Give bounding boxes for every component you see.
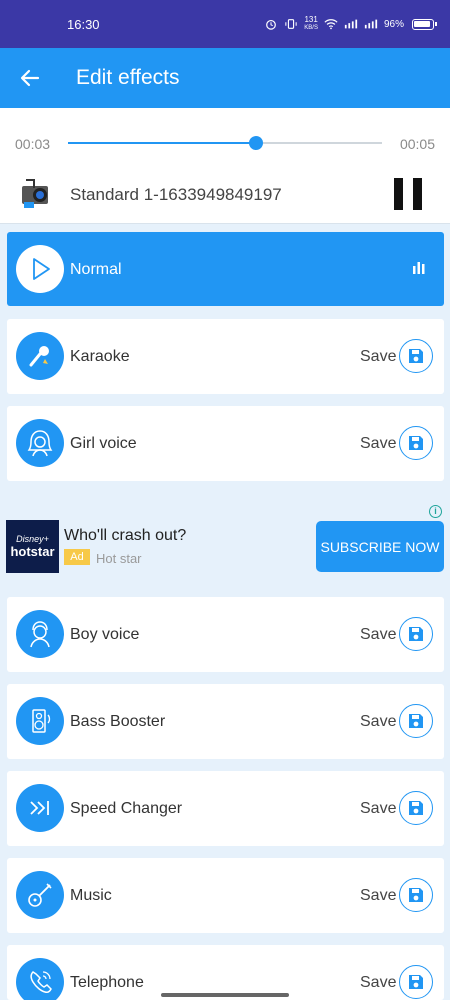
floppy-disk-icon bbox=[409, 349, 423, 363]
pause-icon bbox=[394, 178, 403, 210]
ad-title: Who'll crash out? bbox=[64, 527, 187, 544]
effect-label: Karaoke bbox=[70, 348, 130, 365]
effect-row-music[interactable]: Music Save bbox=[7, 858, 444, 933]
current-time: 00:03 bbox=[15, 136, 51, 152]
pause-button[interactable] bbox=[394, 178, 422, 210]
save-button[interactable] bbox=[399, 791, 433, 825]
player-panel: 00:03 00:05 Standard 1-1633949849197 bbox=[0, 108, 450, 224]
save-label: Save bbox=[360, 435, 397, 452]
play-icon bbox=[16, 245, 64, 293]
save-button[interactable] bbox=[399, 965, 433, 999]
wifi-icon bbox=[324, 19, 338, 30]
save-label: Save bbox=[360, 974, 397, 991]
boy-icon bbox=[16, 610, 64, 658]
effect-label: Girl voice bbox=[70, 435, 137, 452]
net-speed: 131 KB/S bbox=[304, 15, 318, 32]
effect-row-boy-voice[interactable]: Boy voice Save bbox=[7, 597, 444, 672]
floppy-disk-icon bbox=[409, 436, 423, 450]
effect-label: Telephone bbox=[70, 974, 144, 991]
music-file-icon bbox=[22, 179, 48, 208]
seek-bar[interactable] bbox=[68, 136, 382, 150]
effect-row-bass-booster[interactable]: Bass Booster Save bbox=[7, 684, 444, 759]
save-button[interactable] bbox=[399, 878, 433, 912]
effect-label: Speed Changer bbox=[70, 800, 183, 817]
equalizer-icon bbox=[413, 262, 425, 274]
save-label: Save bbox=[360, 626, 397, 643]
seek-thumb[interactable] bbox=[249, 136, 264, 150]
save-button[interactable] bbox=[399, 617, 433, 651]
ad-logo: Disney+ hotstar bbox=[6, 520, 59, 573]
page-title: Edit effects bbox=[76, 66, 180, 89]
effect-row-girl-voice[interactable]: Girl voice Save bbox=[7, 406, 444, 481]
effect-label: Bass Booster bbox=[70, 713, 166, 730]
telephone-icon bbox=[16, 958, 64, 1000]
guitar-icon bbox=[16, 871, 64, 919]
floppy-disk-icon bbox=[409, 801, 423, 815]
arrow-left-icon bbox=[20, 69, 40, 87]
effect-row-normal[interactable]: Normal bbox=[7, 232, 444, 306]
subscribe-button[interactable]: SUBSCRIBE NOW bbox=[316, 521, 444, 572]
microphone-icon bbox=[16, 332, 64, 380]
track-name: Standard 1-1633949849197 bbox=[70, 185, 282, 204]
save-label: Save bbox=[360, 348, 397, 365]
status-icons: 131 KB/S 96% bbox=[264, 15, 437, 32]
total-time: 00:05 bbox=[399, 136, 435, 152]
effect-row-karaoke[interactable]: Karaoke Save bbox=[7, 319, 444, 394]
seek-progress bbox=[68, 142, 257, 144]
save-label: Save bbox=[360, 887, 397, 904]
battery-icon bbox=[412, 18, 437, 30]
status-bar: 16:30 131 KB/S 96% bbox=[0, 0, 450, 48]
effect-row-speed-changer[interactable]: Speed Changer Save bbox=[7, 771, 444, 846]
effect-label: Music bbox=[70, 887, 112, 904]
battery-percent: 96% bbox=[383, 18, 404, 30]
save-button[interactable] bbox=[399, 339, 433, 373]
ad-info-icon[interactable]: i bbox=[429, 505, 442, 518]
floppy-disk-icon bbox=[409, 627, 423, 641]
alarm-icon bbox=[266, 19, 277, 30]
floppy-disk-icon bbox=[409, 975, 423, 989]
signal-icon bbox=[364, 19, 378, 29]
speaker-icon bbox=[16, 697, 64, 745]
floppy-disk-icon bbox=[409, 714, 423, 728]
app-bar: Edit effects bbox=[0, 48, 450, 108]
save-button[interactable] bbox=[399, 426, 433, 460]
gesture-nav-handle[interactable] bbox=[161, 993, 289, 997]
vibrate-icon bbox=[285, 19, 297, 29]
floppy-disk-icon bbox=[409, 888, 423, 902]
ad-banner[interactable]: i Disney+ hotstar Who'll crash out? Ad H… bbox=[0, 498, 450, 594]
back-button[interactable] bbox=[0, 48, 60, 108]
ad-badge: Ad bbox=[64, 549, 90, 565]
volte-signal-icon bbox=[344, 19, 358, 29]
effect-label: Normal bbox=[70, 261, 122, 278]
save-label: Save bbox=[360, 800, 397, 817]
save-label: Save bbox=[360, 713, 397, 730]
save-button[interactable] bbox=[399, 704, 433, 738]
ad-advertiser: Hot star bbox=[96, 551, 142, 566]
girl-icon bbox=[16, 419, 64, 467]
status-time: 16:30 bbox=[67, 16, 100, 32]
fast-forward-icon bbox=[16, 784, 64, 832]
effect-row-telephone[interactable]: Telephone Save bbox=[7, 945, 444, 1000]
effect-label: Boy voice bbox=[70, 626, 140, 643]
